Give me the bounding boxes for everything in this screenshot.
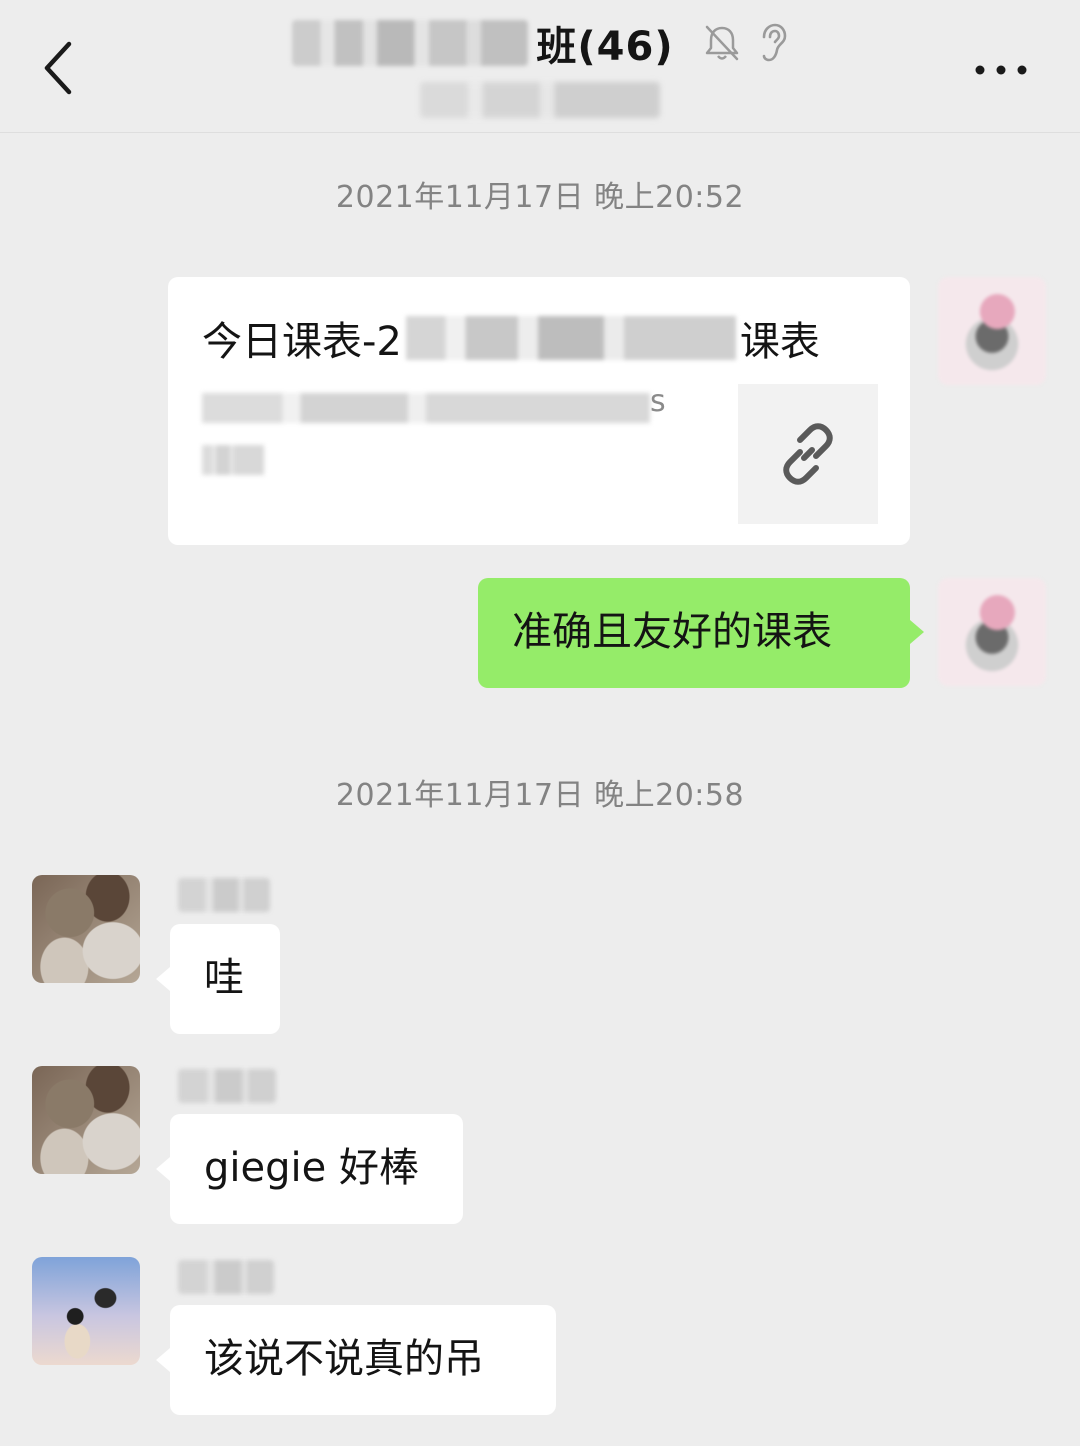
link-title-prefix: 今日课表-2: [202, 319, 402, 365]
mute-bell-icon: [705, 25, 738, 61]
chat-header: 班(46): [0, 0, 1080, 133]
my-message-bubble[interactable]: 准确且友好的课表: [478, 578, 910, 688]
member-avatar-bunny-2[interactable]: [32, 1066, 140, 1174]
chat-screen: 班(46) 2021年11月17日 晚上20:52 今日课表-2 课表 s 准确…: [0, 0, 1080, 1446]
chat-title: 班(46): [0, 14, 1080, 72]
title-redacted: [292, 20, 529, 66]
member-avatar-bunny[interactable]: [32, 875, 140, 983]
link-title-redacted: [405, 316, 736, 360]
timestamp-2: 2021年11月17日 晚上20:58: [335, 778, 745, 813]
sender-name-redacted-2: [178, 1069, 276, 1103]
title-suffix: 班(46): [536, 24, 674, 70]
more-icon: [975, 65, 1027, 75]
sender-name-redacted: [178, 878, 270, 912]
message-bubble-3[interactable]: 该说不说真的吊: [170, 1305, 556, 1415]
message-bubble-1[interactable]: 哇: [170, 924, 280, 1034]
link-url-redacted-line2: [202, 445, 264, 475]
link-url-tail: s: [650, 384, 666, 419]
my-avatar[interactable]: [938, 277, 1046, 385]
link-thumbnail: [738, 384, 878, 524]
my-message-text: 准确且友好的课表: [512, 609, 832, 655]
bubble-tail: [156, 1157, 170, 1181]
more-button[interactable]: [966, 50, 1036, 90]
link-title-suffix: 课表: [739, 319, 820, 365]
link-url-redacted: [202, 393, 650, 423]
message-bubble-2[interactable]: giegie 好棒: [170, 1114, 463, 1224]
message-text-1: 哇: [204, 955, 244, 1001]
message-text-2: giegie 好棒: [204, 1145, 419, 1191]
message-text-3: 该说不说真的吊: [204, 1336, 484, 1382]
timestamp: 2021年11月17日 晚上20:52: [335, 180, 745, 215]
member-avatar-cartoon[interactable]: [32, 1257, 140, 1365]
link-card-title: 今日课表-2 课表: [202, 309, 876, 367]
bubble-tail: [910, 620, 924, 644]
subtitle-redacted: [420, 82, 660, 118]
bubble-tail: [156, 967, 170, 991]
sender-name-redacted-3: [178, 1260, 274, 1294]
link-card-message[interactable]: 今日课表-2 课表: [168, 277, 910, 545]
bubble-tail: [156, 1348, 170, 1372]
link-icon: [783, 423, 833, 485]
my-avatar-2[interactable]: [938, 578, 1046, 686]
earpiece-icon: [762, 23, 786, 62]
